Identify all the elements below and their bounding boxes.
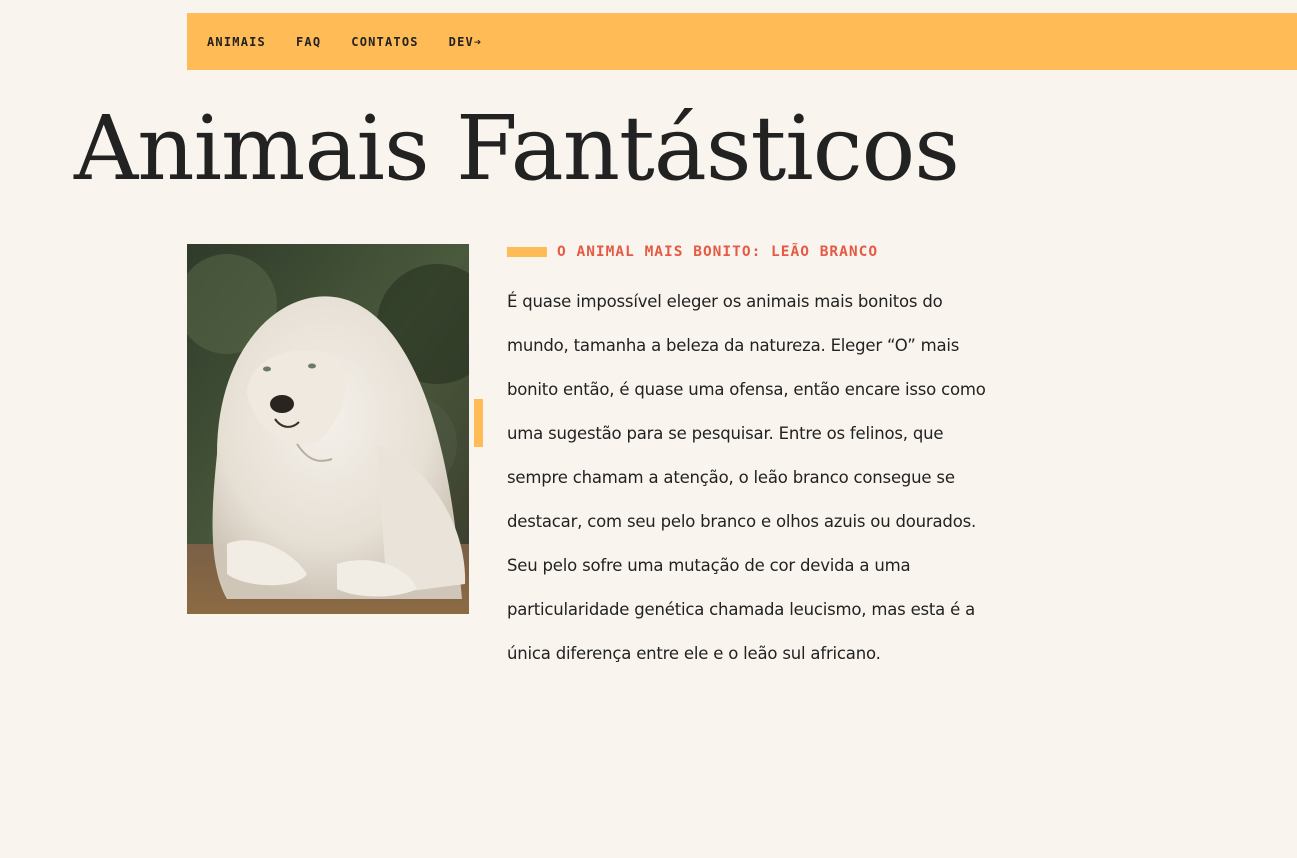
menu-item-animais: ANIMAIS bbox=[187, 35, 276, 49]
accent-bar bbox=[474, 399, 483, 447]
menu-item-faq: FAQ bbox=[276, 35, 331, 49]
menu-link-contatos[interactable]: CONTATOS bbox=[351, 35, 418, 49]
white-lion-illustration bbox=[187, 244, 469, 614]
page-title: Animais Fantásticos bbox=[74, 96, 960, 200]
article-subtitle-text: O ANIMAL MAIS BONITO: LEÃO BRANCO bbox=[557, 244, 879, 260]
article-body: É quase impossível eleger os animais mai… bbox=[507, 292, 986, 663]
main-menu: ANIMAIS FAQ CONTATOS DEV➔ bbox=[187, 13, 1297, 70]
menu-list: ANIMAIS FAQ CONTATOS DEV➔ bbox=[187, 13, 1297, 70]
menu-link-faq[interactable]: FAQ bbox=[296, 35, 321, 49]
menu-item-dev: DEV➔ bbox=[429, 35, 493, 49]
white-lion-image bbox=[187, 244, 469, 614]
subtitle-accent-bar bbox=[507, 247, 547, 257]
menu-link-dev[interactable]: DEV➔ bbox=[449, 35, 483, 49]
menu-link-animais[interactable]: ANIMAIS bbox=[207, 35, 266, 49]
article-subtitle: O ANIMAL MAIS BONITO: LEÃO BRANCO bbox=[507, 244, 878, 260]
menu-item-contatos: CONTATOS bbox=[331, 35, 428, 49]
